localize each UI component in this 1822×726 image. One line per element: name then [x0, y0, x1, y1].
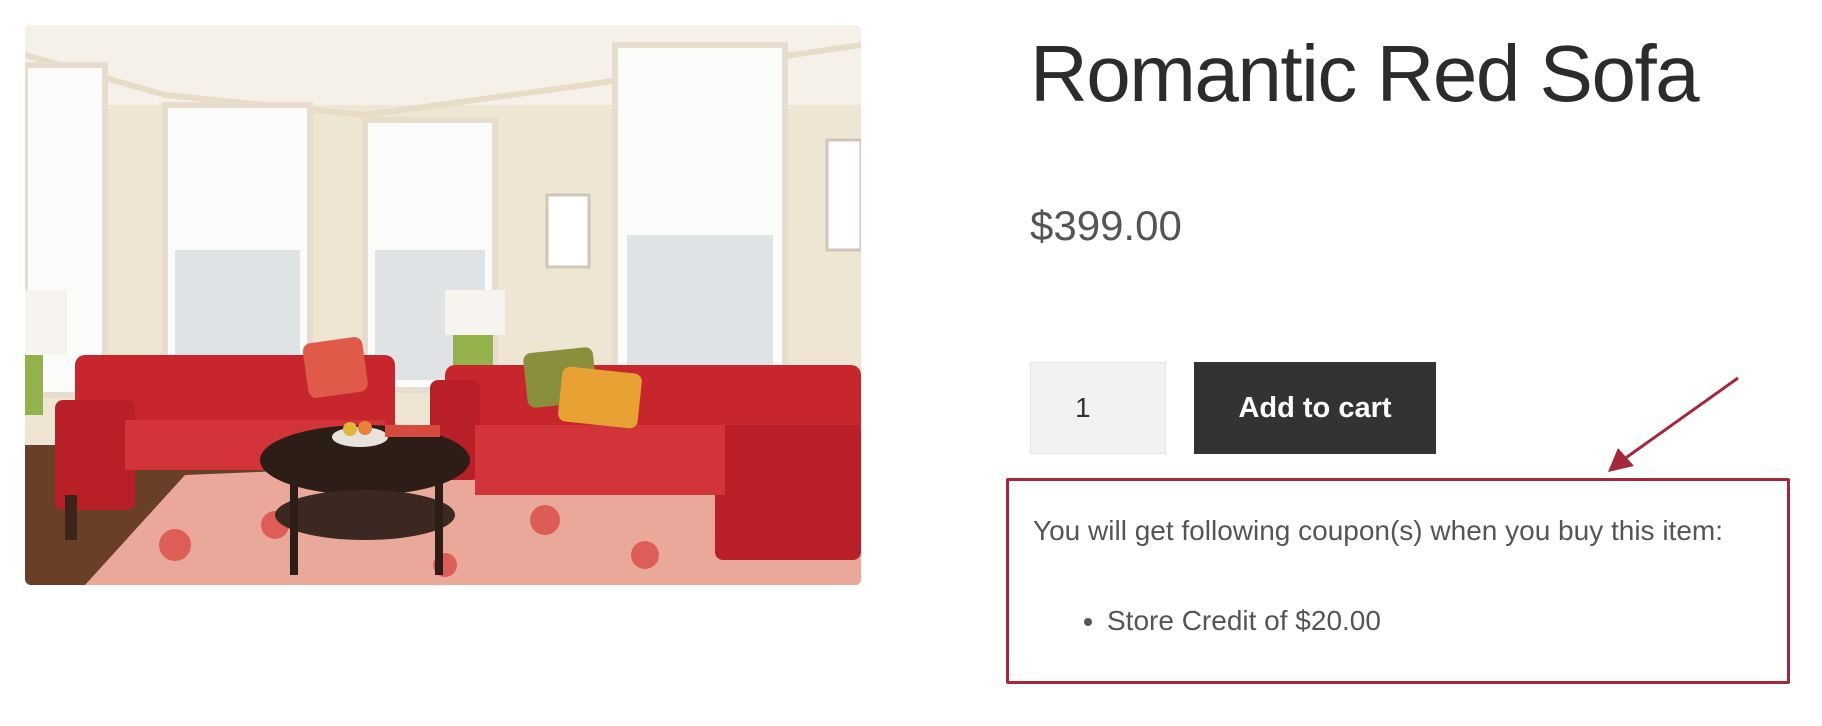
living-room-photo — [25, 25, 861, 585]
quantity-input[interactable] — [1030, 362, 1166, 454]
coupon-list: Store Credit of $20.00 — [1081, 605, 1381, 637]
add-to-cart-button[interactable]: Add to cart — [1194, 362, 1436, 454]
coupon-intro-text: You will get following coupon(s) when yo… — [1033, 515, 1724, 546]
coupon-list-item: Store Credit of $20.00 — [1107, 605, 1381, 637]
product-price: $399.00 — [1030, 202, 1182, 249]
annotation-arrow-icon — [1608, 376, 1739, 472]
product-image[interactable] — [25, 25, 861, 585]
product-title: Romantic Red Sofa — [1030, 29, 1700, 118]
coupon-info-box: You will get following coupon(s) when yo… — [1006, 478, 1790, 684]
